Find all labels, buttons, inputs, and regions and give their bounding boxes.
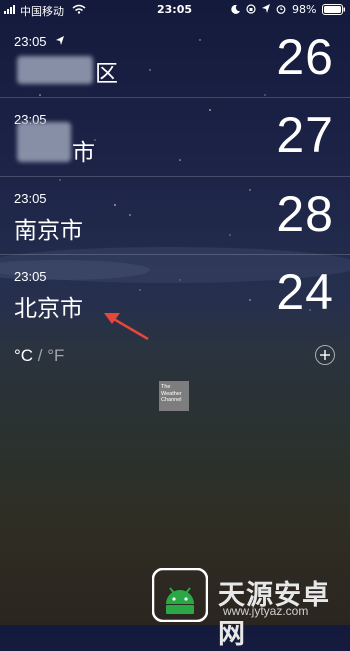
rotation-lock-icon — [246, 4, 256, 14]
redacted-city-name — [17, 56, 93, 84]
annotation-arrow-icon — [104, 313, 149, 341]
city-temperature: 27 — [276, 107, 334, 163]
unit-separator: / — [33, 346, 48, 365]
city-row-1[interactable]: 23:05 区 26 — [0, 20, 350, 97]
alarm-icon — [276, 5, 286, 14]
redacted-city-name — [17, 122, 71, 162]
city-name: 区 — [95, 61, 118, 87]
city-time: 23:05 — [14, 191, 47, 206]
unit-toggle[interactable]: °C / °F — [14, 346, 64, 366]
watermark-android-logo-icon — [152, 568, 208, 622]
battery-icon — [322, 4, 345, 15]
carrier-name: 中国移动 — [20, 5, 64, 18]
city-row-4[interactable]: 23:05 北京市 24 — [0, 255, 350, 332]
celsius-option[interactable]: °C — [14, 346, 33, 365]
watermark-url: www.jytyaz.com — [223, 604, 309, 618]
fahrenheit-option[interactable]: °F — [47, 346, 64, 365]
city-name: 南京市 — [14, 218, 83, 244]
city-temperature: 24 — [276, 264, 334, 320]
location-arrow-icon — [56, 36, 64, 45]
weather-channel-logo[interactable]: The Weather Channel — [159, 381, 189, 411]
wifi-icon — [72, 4, 86, 14]
city-time: 23:05 — [14, 269, 47, 284]
city-name: 北京市 — [14, 296, 83, 322]
battery-percent: 98% — [292, 3, 317, 16]
city-row-3[interactable]: 23:05 南京市 28 — [0, 177, 350, 254]
status-bar: 中国移动 23:05 98% — [0, 0, 350, 20]
signal-icon — [4, 5, 15, 14]
city-temperature: 26 — [276, 29, 334, 85]
add-city-button[interactable] — [315, 345, 335, 365]
status-time: 23:05 — [157, 3, 193, 16]
city-time: 23:05 — [14, 34, 47, 49]
city-name: 市 — [72, 140, 95, 166]
moon-icon — [231, 5, 240, 14]
location-icon — [262, 4, 270, 13]
city-temperature: 28 — [276, 186, 334, 242]
city-row-2[interactable]: 23:05 市 27 — [0, 98, 350, 175]
